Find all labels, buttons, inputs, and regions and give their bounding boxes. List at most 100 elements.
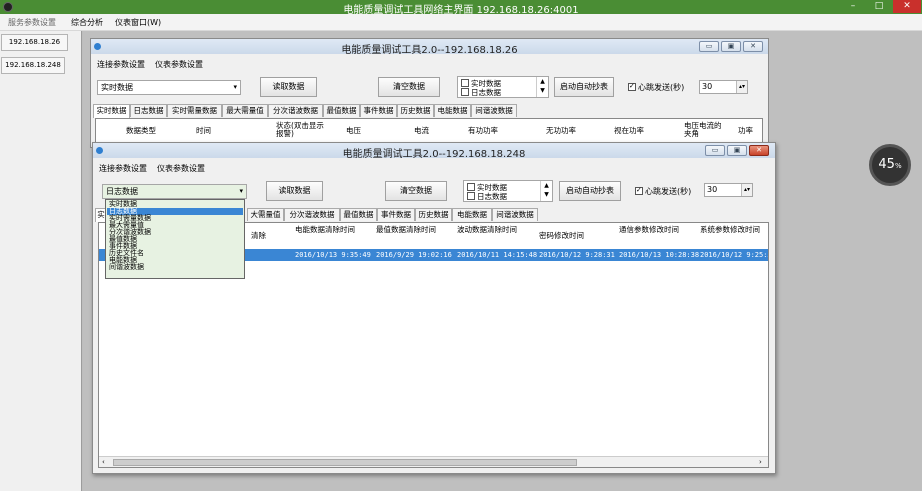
horizontal-scrollbar[interactable]: ‹ › xyxy=(99,456,768,467)
tab-interharmonics[interactable]: 间谐波数据 xyxy=(471,104,517,117)
tab-log[interactable]: 日志数据 xyxy=(130,104,167,117)
data-source-checklist[interactable]: 实时数据 日志数据 ▲ ▼ xyxy=(457,76,549,98)
data-type-select[interactable]: 日志数据 ▾ xyxy=(102,184,247,199)
tab-energy[interactable]: 电能数据 xyxy=(434,104,471,117)
menu-instrument-params[interactable]: 仪表参数设置 xyxy=(157,163,205,174)
tab-extreme[interactable]: 最值数据 xyxy=(323,104,360,117)
close-button[interactable]: ✕ xyxy=(893,0,921,13)
maximize-button[interactable]: □ xyxy=(868,0,890,13)
column-header[interactable]: 波动数据清除时间 xyxy=(457,226,523,234)
column-header[interactable]: 时间 xyxy=(196,127,211,135)
tab-realtime-demand[interactable]: 实时需量数据 xyxy=(167,104,222,117)
tab-max-demand[interactable]: 大需量值 xyxy=(247,208,284,221)
checklist-item[interactable]: 日志数据 xyxy=(461,87,501,98)
column-header[interactable]: 功率 xyxy=(738,127,753,135)
menubar: 服务参数设置 综合分析 仪表窗口(W) xyxy=(0,14,922,31)
menu-connection-params[interactable]: 连接参数设置 xyxy=(97,59,145,70)
column-header[interactable]: 状态(双击显示报警) xyxy=(276,122,326,138)
device-sidebar: 192.168.18.26 192.168.18.248 xyxy=(0,31,82,491)
usage-gauge[interactable]: 45% xyxy=(869,144,911,186)
table-cell[interactable]: 2016/10/12 9:28:31 xyxy=(539,251,615,259)
minimize-button[interactable]: ▭ xyxy=(699,41,719,52)
device-button-18-26[interactable]: 192.168.18.26 xyxy=(1,34,68,51)
data-source-checklist[interactable]: 实时数据 日志数据 ▲ ▼ xyxy=(463,180,553,202)
column-header[interactable]: 电流 xyxy=(414,127,429,135)
menu-connection-params[interactable]: 连接参数设置 xyxy=(99,163,147,174)
column-header[interactable]: 密码修改时间 xyxy=(539,232,584,240)
clear-data-button[interactable]: 清空数据 xyxy=(378,77,440,97)
heartbeat-checkbox[interactable]: 心跳发送(秒) xyxy=(628,82,684,93)
column-header[interactable]: 数据类型 xyxy=(126,127,156,135)
column-header[interactable]: 视在功率 xyxy=(614,127,644,135)
tab-history[interactable]: 历史数据 xyxy=(397,104,434,117)
data-type-dropdown[interactable]: 实时数据 日志数据 实时需量数据 最大需量值 分次谐波数据 最值数据 事件数据 … xyxy=(105,199,245,279)
column-header[interactable]: 通信参数修改时间 xyxy=(619,226,685,234)
column-header[interactable]: 电压 xyxy=(346,127,361,135)
instrument-window-18-248: 电能质量调试工具2.0--192.168.18.248 ▭ ▣ ✕ 连接参数设置… xyxy=(92,142,776,474)
column-header[interactable]: 电压电流的夹角 xyxy=(684,122,724,138)
tab-energy[interactable]: 电能数据 xyxy=(452,208,492,221)
checkbox[interactable] xyxy=(461,79,469,87)
window-title-bar[interactable]: 电能质量调试工具2.0--192.168.18.26 ▭ ▣ ✕ xyxy=(91,39,768,56)
close-button[interactable]: ✕ xyxy=(749,145,769,156)
minimize-button[interactable]: ▭ xyxy=(705,145,725,156)
heartbeat-interval-input[interactable]: 30 ▴▾ xyxy=(699,80,748,94)
table-cell[interactable]: 2016/9/29 19:02:16 xyxy=(376,251,452,259)
scrollbar-thumb[interactable] xyxy=(113,459,577,466)
close-button[interactable]: ✕ xyxy=(743,41,763,52)
menu-instrument-window[interactable]: 仪表窗口(W) xyxy=(115,17,161,28)
heartbeat-interval-input[interactable]: 30 ▴▾ xyxy=(704,183,753,197)
window-title: 电能质量调试工具2.0--192.168.18.248 xyxy=(342,149,526,160)
read-data-button[interactable]: 读取数据 xyxy=(266,181,323,201)
data-type-select[interactable]: 实时数据 ▾ xyxy=(97,80,241,95)
restore-button[interactable]: ▣ xyxy=(727,145,747,156)
spinner-icon[interactable]: ▴▾ xyxy=(741,184,752,196)
column-header[interactable]: 有功功率 xyxy=(468,127,498,135)
menu-analysis[interactable]: 综合分析 xyxy=(71,17,103,28)
data-type-value: 实时数据 xyxy=(101,83,133,92)
data-tabs: 实时数据 日志数据 实时需量数据 最大需量值 分次谐波数据 最值数据 事件数据 … xyxy=(93,104,768,118)
device-button-18-248[interactable]: 192.168.18.248 xyxy=(1,57,65,74)
list-scroll-arrows[interactable]: ▲ ▼ xyxy=(540,181,552,201)
checklist-item[interactable]: 日志数据 xyxy=(467,191,507,202)
main-title-bar: 电能质量调试工具网络主界面 192.168.18.26:4001 – □ ✕ xyxy=(0,0,922,16)
gauge-unit: % xyxy=(894,162,902,170)
table-cell[interactable]: 2016/10/13 9:35:49 xyxy=(295,251,371,259)
scroll-left-icon[interactable]: ‹ xyxy=(102,458,105,466)
tab-events[interactable]: 事件数据 xyxy=(377,208,415,221)
spinner-icon[interactable]: ▴▾ xyxy=(736,81,747,93)
tab-harmonics[interactable]: 分次谐波数据 xyxy=(284,208,340,221)
table-cell[interactable]: 2016/10/12 9:25:3 xyxy=(700,251,768,259)
table-cell[interactable]: 2016/10/11 14:15:48 xyxy=(457,251,537,259)
dropdown-option[interactable]: 间谐波数据 xyxy=(107,264,243,271)
list-scroll-arrows[interactable]: ▲ ▼ xyxy=(536,77,548,97)
tab-history[interactable]: 历史数据 xyxy=(415,208,452,221)
tab-harmonics[interactable]: 分次谐波数据 xyxy=(268,104,323,117)
column-header[interactable]: 系统参数修改时间 xyxy=(700,226,766,234)
clear-data-button[interactable]: 清空数据 xyxy=(385,181,447,201)
minimize-button[interactable]: – xyxy=(842,0,864,13)
heartbeat-checkbox[interactable]: 心跳发送(秒) xyxy=(635,186,691,197)
menu-instrument-params[interactable]: 仪表参数设置 xyxy=(155,59,203,70)
read-data-button[interactable]: 读取数据 xyxy=(260,77,317,97)
gauge-value: 45 xyxy=(878,157,895,172)
auto-read-button[interactable]: 启动自动抄表 xyxy=(559,181,621,201)
checkbox[interactable] xyxy=(467,183,475,191)
tab-events[interactable]: 事件数据 xyxy=(360,104,397,117)
column-header[interactable]: 电能数据清除时间 xyxy=(295,226,361,234)
scroll-right-icon[interactable]: › xyxy=(759,458,762,466)
restore-button[interactable]: ▣ xyxy=(721,41,741,52)
tab-interharmonics[interactable]: 间谐波数据 xyxy=(492,208,538,221)
column-header[interactable]: 无功功率 xyxy=(546,127,576,135)
tab-realtime[interactable]: 实时数据 xyxy=(93,104,130,118)
menu-service-params[interactable]: 服务参数设置 xyxy=(8,17,56,28)
checkbox[interactable] xyxy=(461,88,469,96)
column-header[interactable]: 清除 xyxy=(251,232,266,240)
table-cell[interactable]: 2016/10/13 10:28:38 xyxy=(619,251,699,259)
checkbox[interactable] xyxy=(467,192,475,200)
column-header[interactable]: 最值数据清除时间 xyxy=(376,226,442,234)
tab-max-demand[interactable]: 最大需量值 xyxy=(222,104,268,117)
tab-extreme[interactable]: 最值数据 xyxy=(340,208,377,221)
window-title-bar[interactable]: 电能质量调试工具2.0--192.168.18.248 ▭ ▣ ✕ xyxy=(93,143,775,160)
auto-read-button[interactable]: 启动自动抄表 xyxy=(554,77,614,97)
